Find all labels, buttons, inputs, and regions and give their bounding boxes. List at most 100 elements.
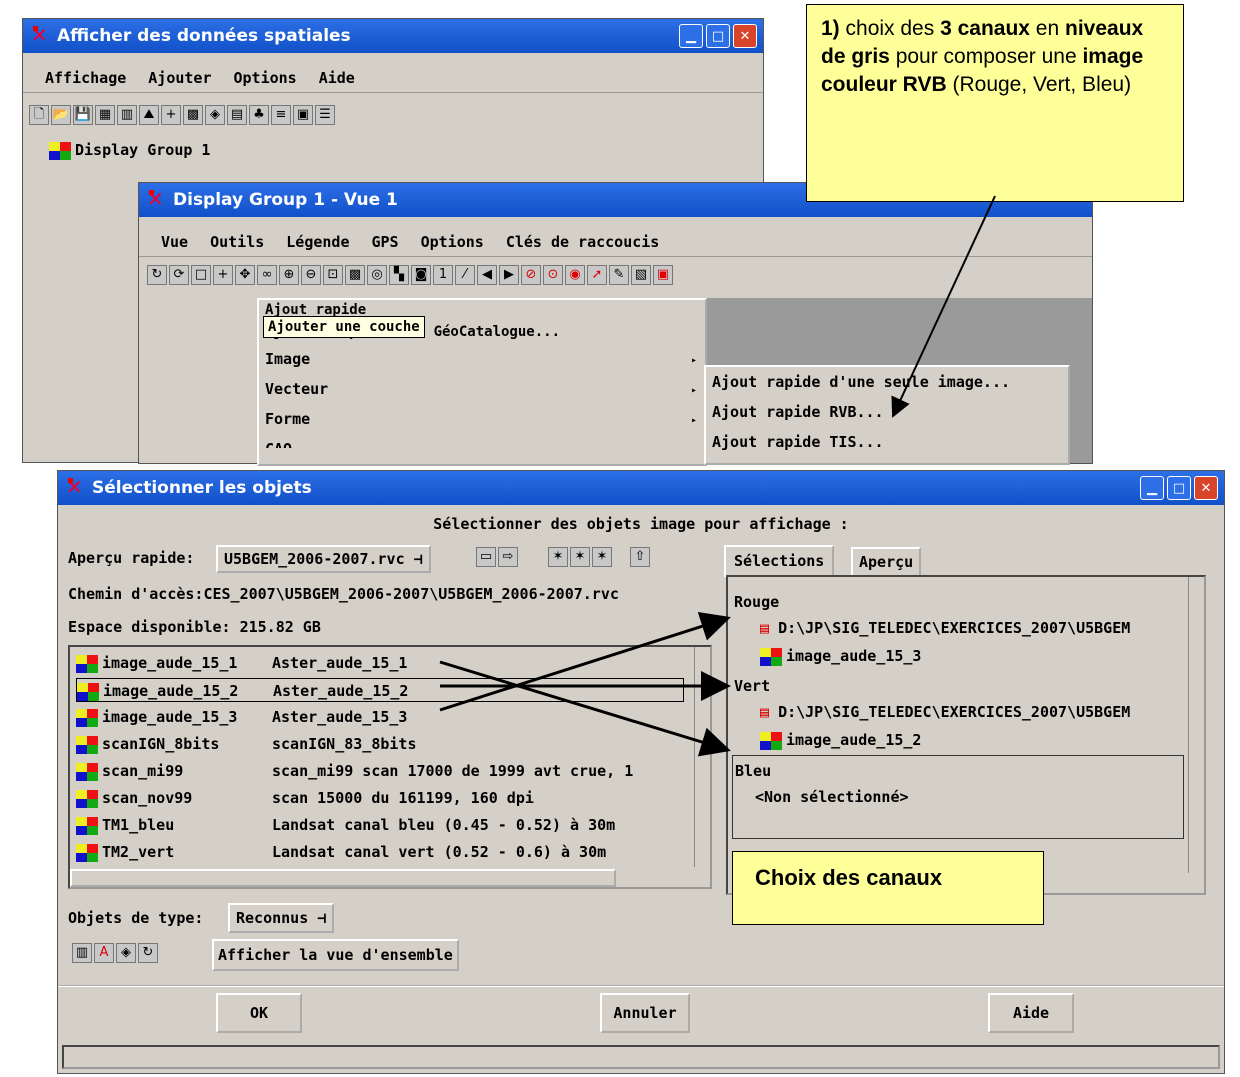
add-layer-icon[interactable]: + (213, 265, 233, 285)
redraw-icon[interactable]: ↻ (147, 265, 167, 285)
text-icon[interactable]: A (94, 943, 114, 963)
menu-aide[interactable]: Aide (319, 69, 355, 87)
menu-affichage[interactable]: Affichage (45, 69, 126, 87)
menu-legende[interactable]: Légende (286, 233, 349, 251)
display-group-item[interactable]: Display Group 1 (49, 141, 210, 160)
new-object3-icon[interactable]: ✶ (592, 547, 612, 567)
menu-item-forme[interactable]: Forme ▸ (259, 404, 705, 434)
zoom-out-icon[interactable]: ⊖ (301, 265, 321, 285)
pen-icon[interactable]: ✎ (609, 265, 629, 285)
layout-icon[interactable]: ▦ (95, 105, 115, 125)
tree-icon[interactable]: ♣ (249, 105, 269, 125)
submenu-tis[interactable]: Ajout rapide TIS... (706, 427, 1068, 457)
menu-vue[interactable]: Vue (161, 233, 188, 251)
vector-icon[interactable]: ◈ (205, 105, 225, 125)
tooltip: Ajouter une couche (263, 316, 425, 338)
close-button[interactable]: ✕ (1194, 476, 1218, 500)
select-icon[interactable]: ▚ (389, 265, 409, 285)
selections-vscrollbar[interactable] (1188, 577, 1204, 873)
list-hscrollbar[interactable] (70, 869, 616, 887)
rouge-path[interactable]: ▤ D:\JP\SIG_TELEDEC\EXERCICES_2007\U5BGE… (760, 619, 1130, 637)
back-icon[interactable]: ◀ (477, 265, 497, 285)
menu-options[interactable]: Options (421, 233, 484, 251)
close-button[interactable]: ✕ (733, 24, 757, 48)
annotation-choix-canaux: Choix des canaux (732, 851, 1044, 925)
tab-selections[interactable]: Sélections (724, 545, 835, 577)
type-select[interactable]: Reconnus ⊣ (228, 903, 335, 933)
vert-path[interactable]: ▤ D:\JP\SIG_TELEDEC\EXERCICES_2007\U5BGE… (760, 703, 1130, 721)
new-object2-icon[interactable]: ✶ (570, 547, 590, 567)
menu-ajouter[interactable]: Ajouter (148, 69, 211, 87)
forward-icon[interactable]: ▶ (499, 265, 519, 285)
vert-image[interactable]: image_aude_15_2 (760, 731, 921, 750)
camera-icon[interactable]: ◙ (411, 265, 431, 285)
list-vscrollbar[interactable] (694, 647, 710, 867)
frame-icon[interactable]: □ (191, 265, 211, 285)
new-icon[interactable]: 🗋 (29, 105, 49, 125)
full-extent-icon[interactable]: ▩ (345, 265, 365, 285)
tag-icon[interactable]: ◈ (116, 943, 136, 963)
table-icon[interactable]: ▣ (293, 105, 313, 125)
stop-icon[interactable]: ◉ (565, 265, 585, 285)
rouge-image[interactable]: image_aude_15_3 (760, 647, 921, 666)
maximize-button[interactable]: □ (706, 24, 730, 48)
list-item[interactable]: scanIGN_8bits scanIGN_83_8bits (76, 732, 417, 756)
add-layer-icon[interactable]: + (161, 105, 181, 125)
list-item[interactable]: image_aude_15_1 Aster_aude_15_1 (76, 651, 407, 675)
open-icon[interactable]: 📂 (51, 105, 71, 125)
target-icon[interactable]: ◎ (367, 265, 387, 285)
list-item[interactable]: TM1_bleu Landsat canal bleu (0.45 - 0.52)… (76, 813, 615, 837)
overview-button[interactable]: Afficher la vue d'ensemble (212, 939, 459, 971)
menu-gps[interactable]: GPS (372, 233, 399, 251)
pan-icon[interactable]: ✥ (235, 265, 255, 285)
list-item[interactable]: TM2_vert Landsat canal vert (0.52 - 0.6) … (76, 840, 606, 864)
grid-icon[interactable]: ▤ (227, 105, 247, 125)
refresh-icon[interactable]: ↻ (138, 943, 158, 963)
zoom-red-icon[interactable]: ⊙ (543, 265, 563, 285)
cancel-button[interactable]: Annuler (600, 993, 690, 1033)
scale-icon[interactable]: 1 (433, 265, 453, 285)
menu-outils[interactable]: Outils (210, 233, 264, 251)
arrow-right-icon[interactable]: ⇨ (498, 547, 518, 567)
new-object-icon[interactable]: ✶ (548, 547, 568, 567)
zoom-in-icon[interactable]: ⊕ (279, 265, 299, 285)
cancel-icon[interactable]: ⊘ (521, 265, 541, 285)
group-icon[interactable]: ▥ (117, 105, 137, 125)
arrow-icon[interactable]: ➚ (587, 265, 607, 285)
menu-item-vecteur[interactable]: Vecteur ▸ (259, 374, 705, 404)
window-icon[interactable]: ▣ (653, 265, 673, 285)
tab-apercu[interactable]: Aperçu (851, 547, 922, 577)
list-item[interactable]: image_aude_15_2 Aster_aude_15_2 (76, 678, 684, 702)
list-item[interactable]: scan_nov99 scan 15000 du 161199, 160 dpi (76, 786, 534, 810)
dialog-header: Sélectionner des objets image pour affic… (433, 515, 849, 533)
list-icon[interactable]: ☰ (315, 105, 335, 125)
binoculars-icon[interactable]: ∞ (257, 265, 277, 285)
measure-icon[interactable]: ⁄ (455, 265, 475, 285)
save-icon[interactable]: 💾 (73, 105, 93, 125)
list-item[interactable]: image_aude_15_3 Aster_aude_15_3 (76, 705, 407, 729)
chart-icon[interactable]: ≡ (271, 105, 291, 125)
apercu-select[interactable]: U5BGEM_2006-2007.rvc ⊣ (216, 545, 431, 573)
raster-icon[interactable]: ▩ (183, 105, 203, 125)
menu-options[interactable]: Options (234, 69, 297, 87)
refresh-icon[interactable]: ⟳ (169, 265, 189, 285)
menu-item-image[interactable]: Image ▸ (259, 344, 705, 374)
map-icon[interactable]: ▧ (631, 265, 651, 285)
submenu-rvb[interactable]: Ajout rapide RVB... (706, 397, 1068, 427)
minimize-button[interactable]: ▁ (1140, 476, 1164, 500)
help-button[interactable]: Aide (988, 993, 1074, 1033)
ok-button[interactable]: OK (216, 993, 302, 1033)
list-item[interactable]: scan_mi99 scan_mi99 scan 17000 de 1999 av… (76, 759, 633, 783)
raster-icon (76, 843, 98, 862)
up-icon[interactable]: ⇧ (630, 547, 650, 567)
menu-raccourcis[interactable]: Clés de raccoucis (506, 233, 660, 251)
minimize-button[interactable]: ▁ (679, 24, 703, 48)
layers-icon[interactable]: ▥ (72, 943, 92, 963)
bleu-box[interactable]: Bleu <Non sélectionné> (732, 755, 1184, 839)
landscape-icon[interactable]: ⛰ (139, 105, 159, 125)
folder-icon[interactable]: ▭ (476, 547, 496, 567)
maximize-button[interactable]: □ (1167, 476, 1191, 500)
zoom-box-icon[interactable]: ⊡ (323, 265, 343, 285)
submenu-single-image[interactable]: Ajout rapide d'une seule image... (706, 367, 1068, 397)
menu-item-cao[interactable]: CAO (259, 434, 705, 448)
